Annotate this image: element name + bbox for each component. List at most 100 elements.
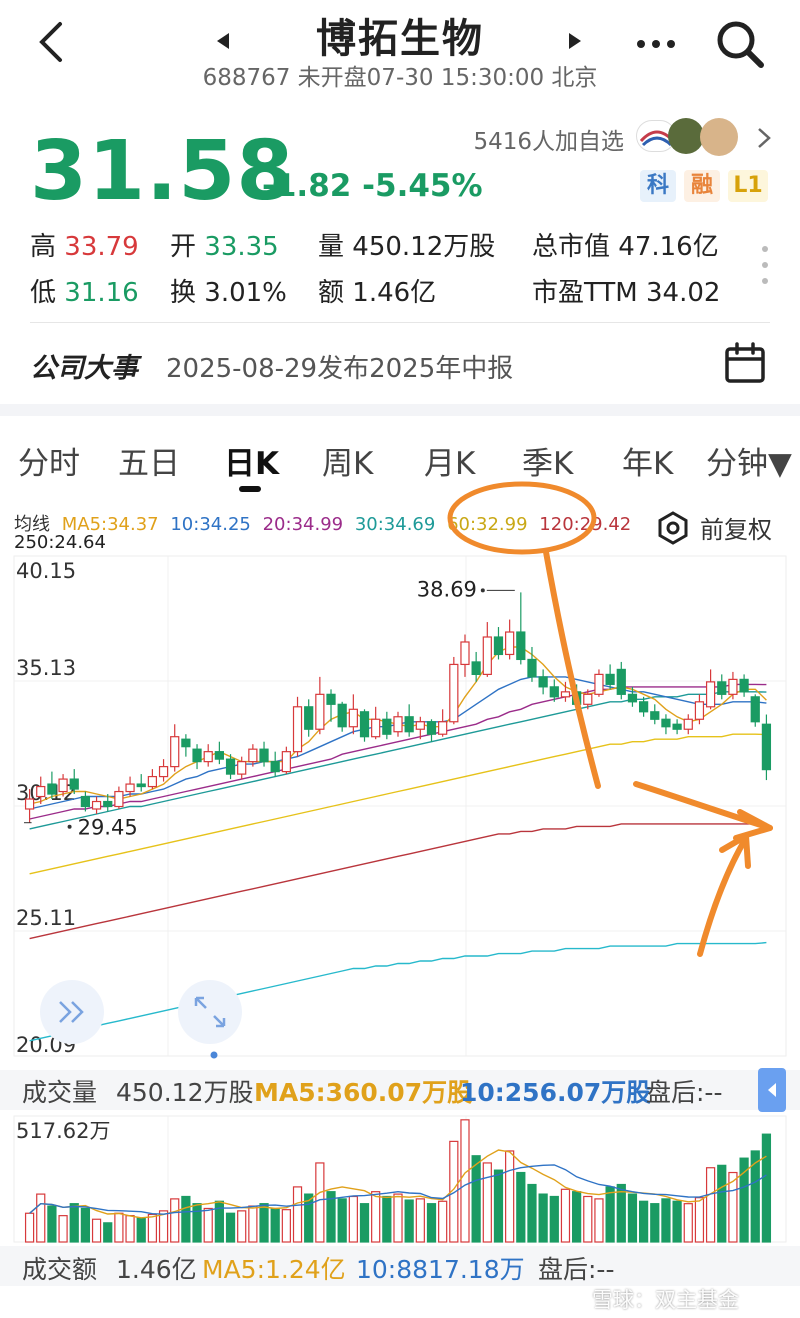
annotation-stroke <box>543 550 601 789</box>
tag-level1[interactable]: L1 <box>728 170 768 202</box>
low-marker-label: 29.45 <box>78 816 138 840</box>
volume-bar <box>359 1203 370 1243</box>
volume-bar <box>705 1167 716 1243</box>
tab-daily-k[interactable]: 日K <box>224 438 279 483</box>
volume-bar <box>404 1199 414 1243</box>
volume-bar <box>438 1200 448 1243</box>
turnover-value: 3.01% <box>204 278 287 308</box>
candle <box>158 766 169 778</box>
tab-5day[interactable]: 五日 <box>118 438 180 483</box>
search-button[interactable] <box>710 14 770 74</box>
collapse-panel-button[interactable] <box>758 1068 786 1112</box>
calendar-button[interactable] <box>720 338 770 388</box>
candle <box>404 716 414 733</box>
amount-label[interactable]: 成交额 <box>22 1250 97 1286</box>
more-button[interactable] <box>630 24 682 64</box>
volume-bar <box>538 1193 548 1243</box>
candle <box>337 703 347 728</box>
period-tabs: 分时 五日 日K 周K 月K 季K 年K 分钟▼ <box>0 438 800 492</box>
volume-label[interactable]: 成交量 <box>22 1073 97 1109</box>
candle <box>650 711 660 720</box>
amount-label: 额 <box>318 278 345 308</box>
company-event-desc[interactable]: 2025-08-29发布2025年中报 <box>166 348 513 385</box>
avatar-group[interactable] <box>636 116 744 156</box>
market-cap-row: 总市值 47.16亿 <box>532 226 719 263</box>
low-value: 31.16 <box>64 278 139 308</box>
fullscreen-button[interactable] <box>178 980 242 1044</box>
turnover-row: 换 3.01% <box>170 272 287 309</box>
tab-minute[interactable]: 分钟▼ <box>706 438 792 483</box>
volume-bar <box>136 1217 146 1243</box>
volume-bar <box>527 1183 537 1243</box>
candle <box>560 691 571 698</box>
tag-margin[interactable]: 融 <box>684 170 720 202</box>
candle <box>583 693 593 705</box>
high-label: 高 <box>30 232 57 262</box>
candle <box>694 701 705 720</box>
tag-star-market[interactable]: 科 <box>640 170 676 202</box>
hexagon-settings-icon <box>658 510 688 545</box>
adjust-toggle[interactable]: 前复权 <box>656 510 772 545</box>
tab-weekly-k[interactable]: 周K <box>322 438 373 483</box>
market-cap-value: 47.16亿 <box>618 232 719 262</box>
candle <box>281 751 291 773</box>
volume-bar <box>80 1207 91 1243</box>
expand-left-button[interactable] <box>40 980 104 1044</box>
volume-bar <box>761 1133 772 1243</box>
volume-bar <box>91 1218 102 1243</box>
ma-legend[interactable]: 均线 MA5:34.37 10:34.25 20:34.99 30:34.69 … <box>14 510 631 536</box>
volume-bar <box>650 1203 660 1243</box>
kline-chart[interactable]: 40.1535.1330.1225.1120.0938.6929.45 <box>0 550 800 1070</box>
candle <box>549 686 559 698</box>
candle <box>616 668 626 695</box>
open-value: 33.35 <box>204 232 279 262</box>
volume-bar <box>281 1209 291 1243</box>
volume-bar <box>638 1200 649 1243</box>
volume-bar <box>371 1191 381 1243</box>
turnover-label: 换 <box>170 278 197 308</box>
volume-bar <box>24 1212 35 1243</box>
candle <box>705 681 716 708</box>
volume-after-hours: 盘后:-- <box>646 1078 723 1107</box>
candle <box>47 783 57 795</box>
volume-bar <box>69 1203 79 1243</box>
volume-bar <box>382 1195 392 1243</box>
candle <box>382 718 392 735</box>
volume-bar <box>683 1203 693 1243</box>
amount-row: 额 1.46亿 <box>318 272 436 309</box>
company-events-title[interactable]: 公司大事 <box>30 346 138 385</box>
candle <box>717 681 727 695</box>
quote-pager-dots[interactable] <box>760 244 770 288</box>
ma250-line <box>29 941 767 1042</box>
volume-bar <box>426 1203 437 1243</box>
tab-yearly-k[interactable]: 年K <box>622 438 673 483</box>
candle <box>292 706 303 753</box>
volume-label: 量 <box>318 232 345 262</box>
candle <box>225 758 236 775</box>
candle <box>493 636 504 656</box>
high-marker-dot <box>480 588 485 593</box>
candle <box>304 706 314 730</box>
watchers-chevron[interactable] <box>752 124 776 152</box>
amount-value: 1.46亿 <box>116 1255 197 1284</box>
tab-monthly-k[interactable]: 月K <box>424 438 475 483</box>
candle <box>237 761 247 775</box>
watchers-count[interactable]: 5416人加自选 <box>473 122 624 156</box>
volume-bar <box>717 1164 727 1243</box>
volume-bar <box>270 1207 280 1243</box>
candle <box>203 751 213 763</box>
volume-bar <box>583 1195 593 1243</box>
candle <box>415 721 425 730</box>
current-price: 31.58 <box>30 124 295 219</box>
volume-bar <box>505 1150 515 1243</box>
next-stock-button[interactable] <box>560 26 590 56</box>
volume-bar <box>627 1193 638 1243</box>
candle <box>538 676 548 688</box>
tab-intraday[interactable]: 分时 <box>18 438 80 483</box>
volume-chart[interactable]: 517.62万 <box>0 1112 800 1246</box>
adjust-label: 前复权 <box>700 516 772 544</box>
high-value: 33.79 <box>64 232 139 262</box>
candle <box>36 785 46 798</box>
volume-bar <box>181 1195 191 1243</box>
tab-quarterly-k[interactable]: 季K <box>522 438 573 483</box>
